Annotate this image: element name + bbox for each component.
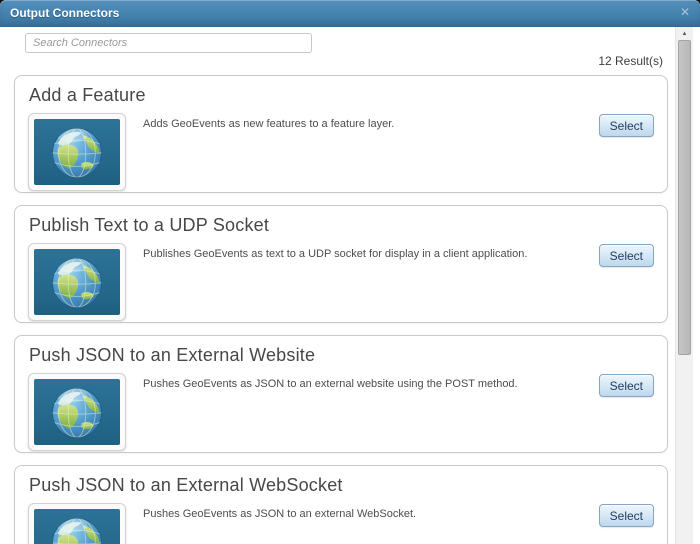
connector-description: Pushes GeoEvents as JSON to an external … xyxy=(143,378,518,390)
connector-title: Push JSON to an External Website xyxy=(29,345,316,365)
close-icon[interactable]: ✕ xyxy=(678,4,692,20)
connector-card: Publish Text to a UDP Socket Publishes G… xyxy=(14,205,668,323)
output-connectors-dialog: Output Connectors ✕ 12 Result(s) Add a F… xyxy=(0,0,700,544)
connector-description: Adds GeoEvents as new features to a feat… xyxy=(143,118,395,130)
scroll-up-arrow-icon[interactable]: ▲ xyxy=(676,27,693,40)
select-button[interactable]: Select xyxy=(598,374,654,397)
connector-description: Publishes GeoEvents as text to a UDP soc… xyxy=(143,248,528,260)
select-button[interactable]: Select xyxy=(598,504,654,527)
connector-title: Push JSON to an External WebSocket xyxy=(29,475,343,495)
connector-thumbnail xyxy=(28,243,126,321)
connector-list: Add a Feature Adds GeoEvents as new feat… xyxy=(14,75,668,544)
connector-thumbnail xyxy=(28,113,126,191)
connector-title: Publish Text to a UDP Socket xyxy=(29,215,270,235)
connector-thumbnail xyxy=(28,503,126,544)
search-input[interactable] xyxy=(25,33,312,53)
connector-card: Add a Feature Adds GeoEvents as new feat… xyxy=(14,75,668,193)
connector-description: Pushes GeoEvents as JSON to an external … xyxy=(143,508,417,520)
globe-icon xyxy=(49,384,105,440)
thumbnail-background xyxy=(34,119,120,185)
select-button[interactable]: Select xyxy=(598,244,654,267)
connector-thumbnail xyxy=(28,373,126,451)
globe-icon xyxy=(49,514,105,544)
thumbnail-background xyxy=(34,249,120,315)
connector-card: Push JSON to an External Website Pushes … xyxy=(14,335,668,453)
thumbnail-background xyxy=(34,379,120,445)
connector-title: Add a Feature xyxy=(29,85,146,105)
dialog-content: 12 Result(s) Add a Feature Adds GeoEvent… xyxy=(0,27,700,544)
thumbnail-background xyxy=(34,509,120,544)
dialog-title: Output Connectors xyxy=(10,6,120,20)
select-button[interactable]: Select xyxy=(598,114,654,137)
dialog-titlebar[interactable]: Output Connectors ✕ xyxy=(0,0,700,27)
globe-icon xyxy=(49,254,105,310)
results-count: 12 Result(s) xyxy=(598,54,663,68)
globe-icon xyxy=(49,124,105,180)
connector-card: Push JSON to an External WebSocket Pushe… xyxy=(14,465,668,544)
scrollbar-thumb[interactable] xyxy=(678,40,691,355)
scrollbar[interactable]: ▲ xyxy=(675,27,693,544)
